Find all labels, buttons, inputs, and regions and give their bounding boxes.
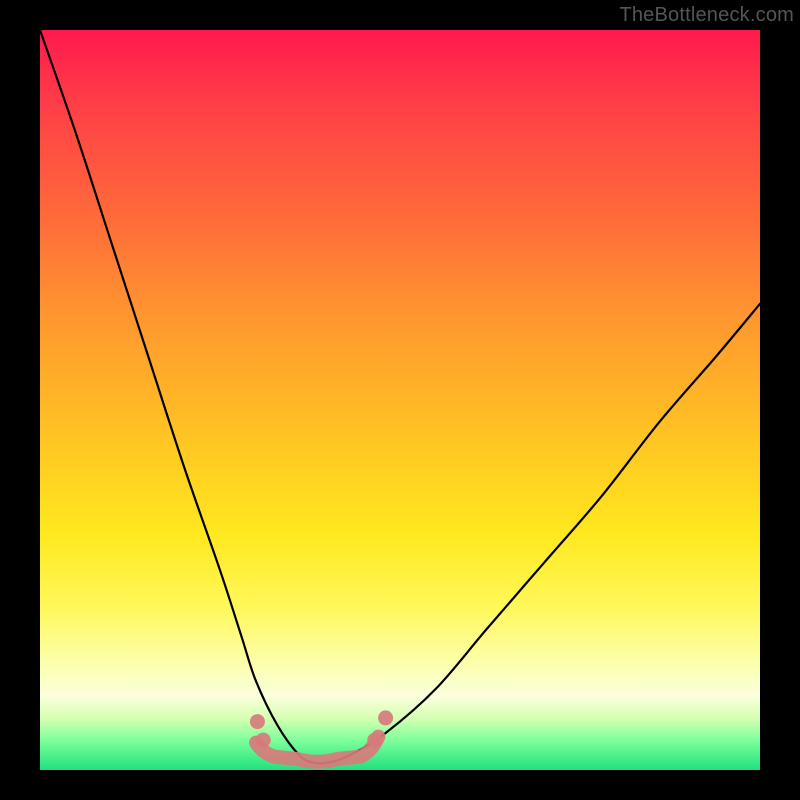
curve-svg (40, 30, 760, 770)
bottleneck-curve (40, 30, 760, 764)
bottom-marker-strip (256, 737, 378, 762)
marker-dot (378, 710, 393, 725)
marker-dot (367, 733, 382, 748)
chart-frame: TheBottleneck.com (0, 0, 800, 800)
marker-dot (256, 733, 271, 748)
watermark-text: TheBottleneck.com (619, 4, 794, 27)
plot-area (40, 30, 760, 770)
marker-dot (250, 714, 265, 729)
